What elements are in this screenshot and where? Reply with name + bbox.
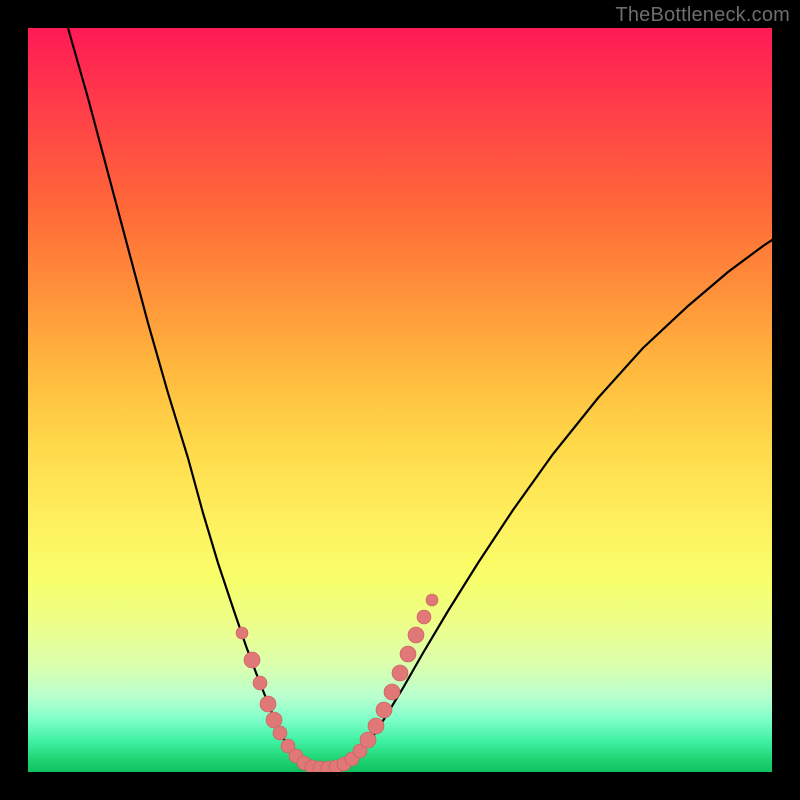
sample-dot (417, 610, 431, 624)
sample-dot (360, 732, 376, 748)
sample-dot (368, 718, 384, 734)
bottleneck-curve-svg (28, 28, 772, 772)
watermark-text: TheBottleneck.com (615, 4, 790, 27)
plot-area (28, 28, 772, 772)
sample-dot (266, 712, 282, 728)
sample-dot (253, 676, 267, 690)
sample-dot (408, 627, 424, 643)
sample-dot (273, 726, 287, 740)
sample-dot (400, 646, 416, 662)
sample-dot (260, 696, 276, 712)
sample-dot (376, 702, 392, 718)
sample-dots-layer (236, 594, 438, 772)
sample-dot (244, 652, 260, 668)
sample-dot (426, 594, 438, 606)
bottleneck-curve (68, 28, 772, 769)
sample-dot (236, 627, 248, 639)
sample-dot (384, 684, 400, 700)
chart-frame: TheBottleneck.com (0, 0, 800, 800)
sample-dot (392, 665, 408, 681)
